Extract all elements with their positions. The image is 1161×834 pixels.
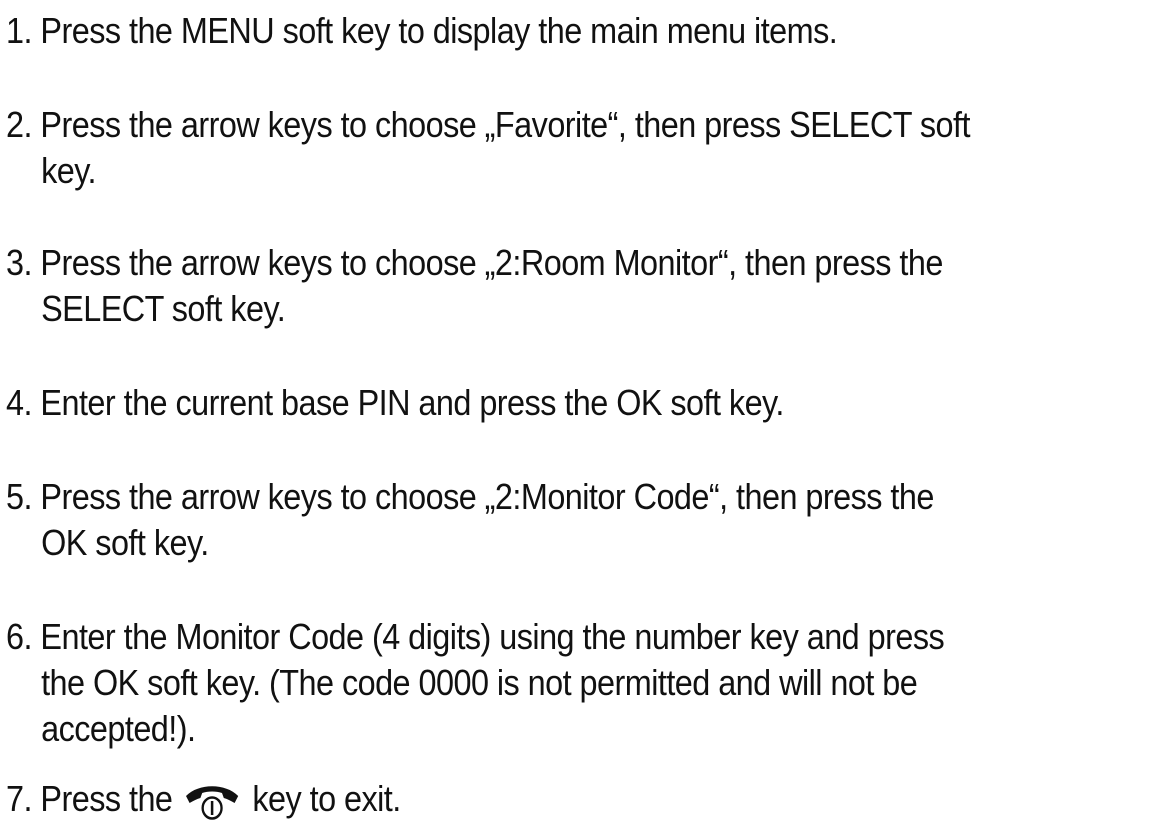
step-number: 2. bbox=[6, 104, 32, 145]
step-number: 1. bbox=[6, 10, 32, 51]
step-number: 6. bbox=[6, 616, 32, 657]
step-text-before-icon: Press the bbox=[40, 778, 173, 819]
step-3: 3. Press the arrow keys to choose „2:Roo… bbox=[6, 240, 1041, 332]
step-text-line: Press the arrow keys to choose „2:Room M… bbox=[40, 242, 943, 283]
step-1: 1. Press the MENU soft key to display th… bbox=[6, 8, 1041, 54]
step-text-line: accepted!). bbox=[41, 708, 196, 749]
step-7: 7. Press the key to exit. bbox=[6, 776, 1041, 822]
step-text-line: Press the arrow keys to choose „Favorite… bbox=[40, 104, 970, 145]
step-text-line: the OK soft key. (The code 0000 is not p… bbox=[41, 662, 918, 703]
step-text-line: Press the arrow keys to choose „2:Monito… bbox=[40, 476, 934, 517]
step-text-line: Enter the current base PIN and press the… bbox=[40, 382, 784, 423]
step-text-line: Enter the Monitor Code (4 digits) using … bbox=[40, 616, 945, 657]
step-number: 5. bbox=[6, 476, 32, 517]
step-text-after-icon: key to exit. bbox=[252, 778, 401, 819]
step-number: 3. bbox=[6, 242, 32, 283]
step-5: 5. Press the arrow keys to choose „2:Mon… bbox=[6, 474, 1041, 566]
step-number: 4. bbox=[6, 382, 32, 423]
step-number: 7. bbox=[6, 778, 32, 819]
step-text-line: Press the MENU soft key to display the m… bbox=[40, 10, 838, 51]
step-text-line: OK soft key. bbox=[41, 522, 209, 563]
step-text-line: SELECT soft key. bbox=[41, 288, 286, 329]
step-6: 6. Enter the Monitor Code (4 digits) usi… bbox=[6, 614, 1041, 752]
step-text-line: key. bbox=[41, 150, 96, 191]
end-call-key-icon bbox=[183, 781, 242, 821]
step-2: 2. Press the arrow keys to choose „Favor… bbox=[6, 102, 1041, 194]
step-4: 4. Enter the current base PIN and press … bbox=[6, 380, 1041, 426]
